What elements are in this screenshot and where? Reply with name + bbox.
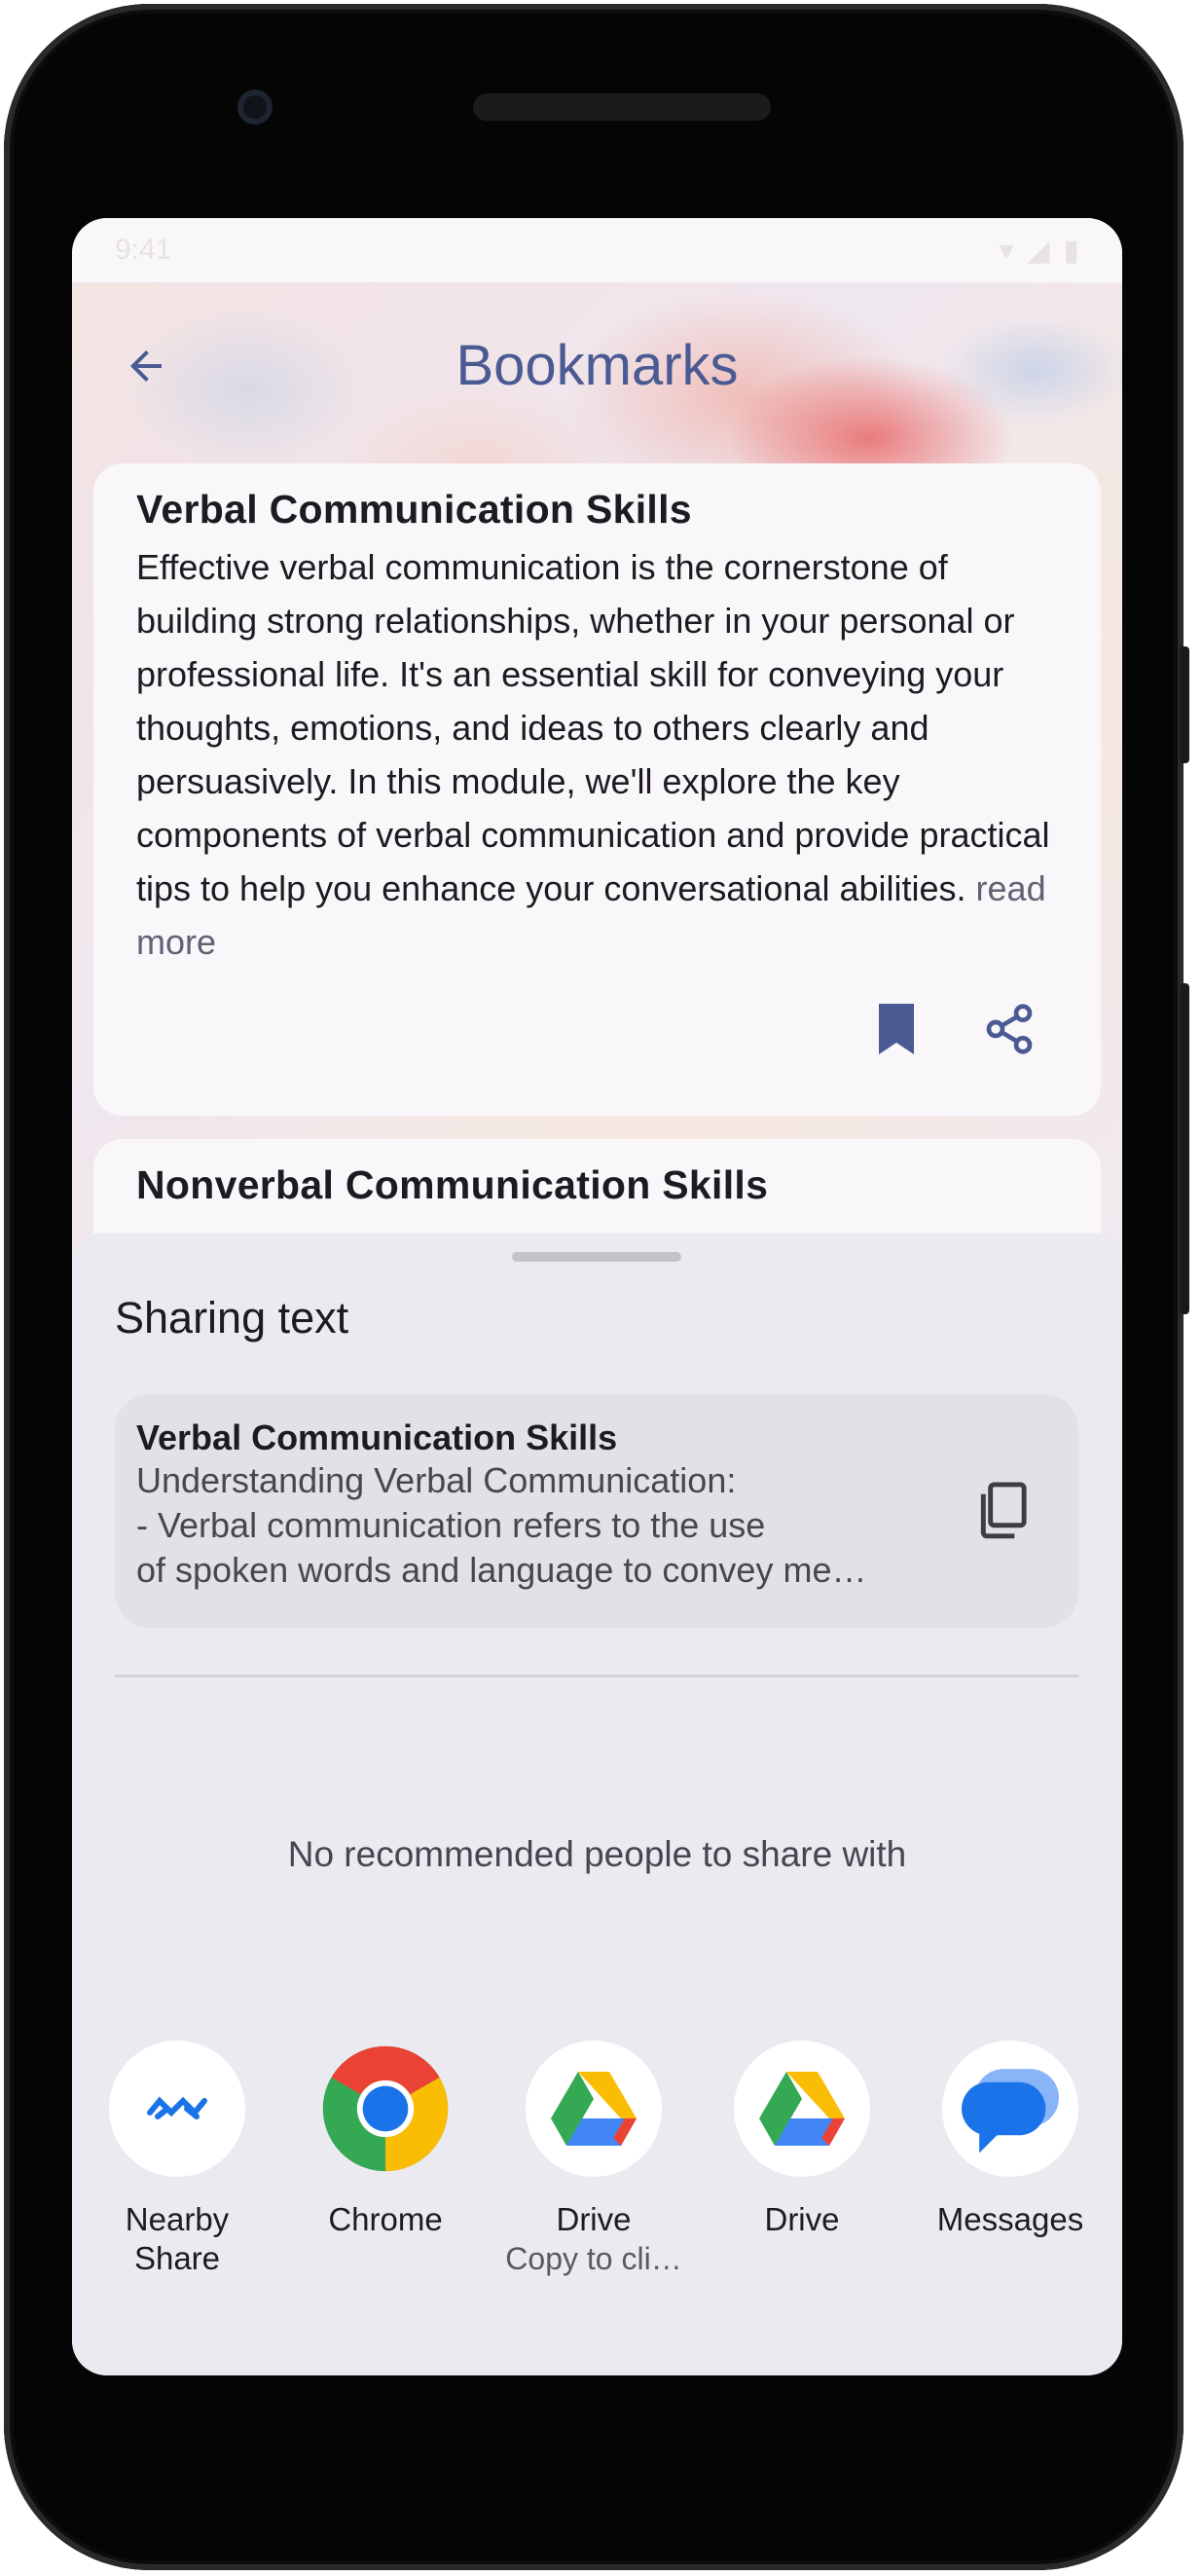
share-target-label: Nearby Share	[125, 2201, 230, 2276]
front-camera	[237, 90, 273, 125]
phone-frame: 9:41 ▾ ◢ ▮ Bookmarks Verbal Communicatio…	[4, 4, 1189, 2570]
share-preview: Verbal Communication Skills Understandin…	[115, 1394, 1078, 1628]
share-target-label: Drive	[764, 2201, 840, 2237]
share-target-drive-copy[interactable]: Drive Copy to cli…	[496, 2041, 691, 2278]
status-bar: 9:41 ▾ ◢ ▮	[72, 218, 1122, 282]
card-body-text: Effective verbal communication is the co…	[136, 547, 1050, 908]
earpiece-speaker	[473, 93, 771, 121]
messages-icon	[942, 2041, 1078, 2177]
divider	[115, 1674, 1078, 1677]
share-sheet: Sharing text Verbal Communication Skills…	[72, 1233, 1122, 2375]
share-target-messages[interactable]: Messages	[913, 2041, 1108, 2239]
bookmark-card[interactable]: Verbal Communication Skills Effective ve…	[93, 463, 1101, 1116]
card-title: Nonverbal Communication Skills	[136, 1162, 769, 1207]
nearby-share-icon	[109, 2041, 245, 2177]
volume-button	[1180, 983, 1189, 1314]
no-recommended-people: No recommended people to share with	[287, 1834, 907, 1874]
status-time: 9:41	[115, 234, 172, 266]
drive-icon	[734, 2041, 870, 2177]
share-target-label: Messages	[936, 2201, 1084, 2237]
signal-icon: ◢	[1027, 234, 1050, 267]
preview-line: of spoken words and language to convey m…	[136, 1550, 867, 1590]
drag-handle[interactable]	[512, 1252, 681, 1262]
copy-icon[interactable]	[964, 1472, 1041, 1550]
share-icon[interactable]	[982, 1002, 1037, 1061]
screen: 9:41 ▾ ◢ ▮ Bookmarks Verbal Communicatio…	[72, 218, 1122, 2375]
share-target-drive[interactable]: Drive	[705, 2041, 899, 2239]
preview-line: - Verbal communication refers to the use	[136, 1505, 766, 1545]
wifi-icon: ▾	[999, 234, 1014, 267]
power-button	[1180, 646, 1189, 763]
share-target-chrome[interactable]: Chrome	[288, 2041, 483, 2239]
share-sheet-title: Sharing text	[115, 1293, 349, 1343]
battery-icon: ▮	[1063, 234, 1079, 267]
card-title: Verbal Communication Skills	[136, 487, 692, 532]
share-target-label: Chrome	[328, 2201, 443, 2237]
share-target-sublabel: Copy to cli…	[505, 2241, 682, 2276]
drive-icon	[526, 2041, 662, 2177]
bookmark-icon[interactable]	[875, 1002, 918, 1061]
share-target-label: Drive	[556, 2201, 632, 2237]
share-target-nearby-share[interactable]: Nearby Share	[80, 2041, 274, 2278]
preview-line: Understanding Verbal Communication:	[136, 1460, 737, 1500]
card-body: Effective verbal communication is the co…	[136, 540, 1058, 969]
preview-title: Verbal Communication Skills	[136, 1417, 618, 1457]
card-actions	[875, 1002, 1037, 1061]
page-title: Bookmarks	[455, 334, 739, 397]
chrome-icon	[317, 2041, 454, 2177]
